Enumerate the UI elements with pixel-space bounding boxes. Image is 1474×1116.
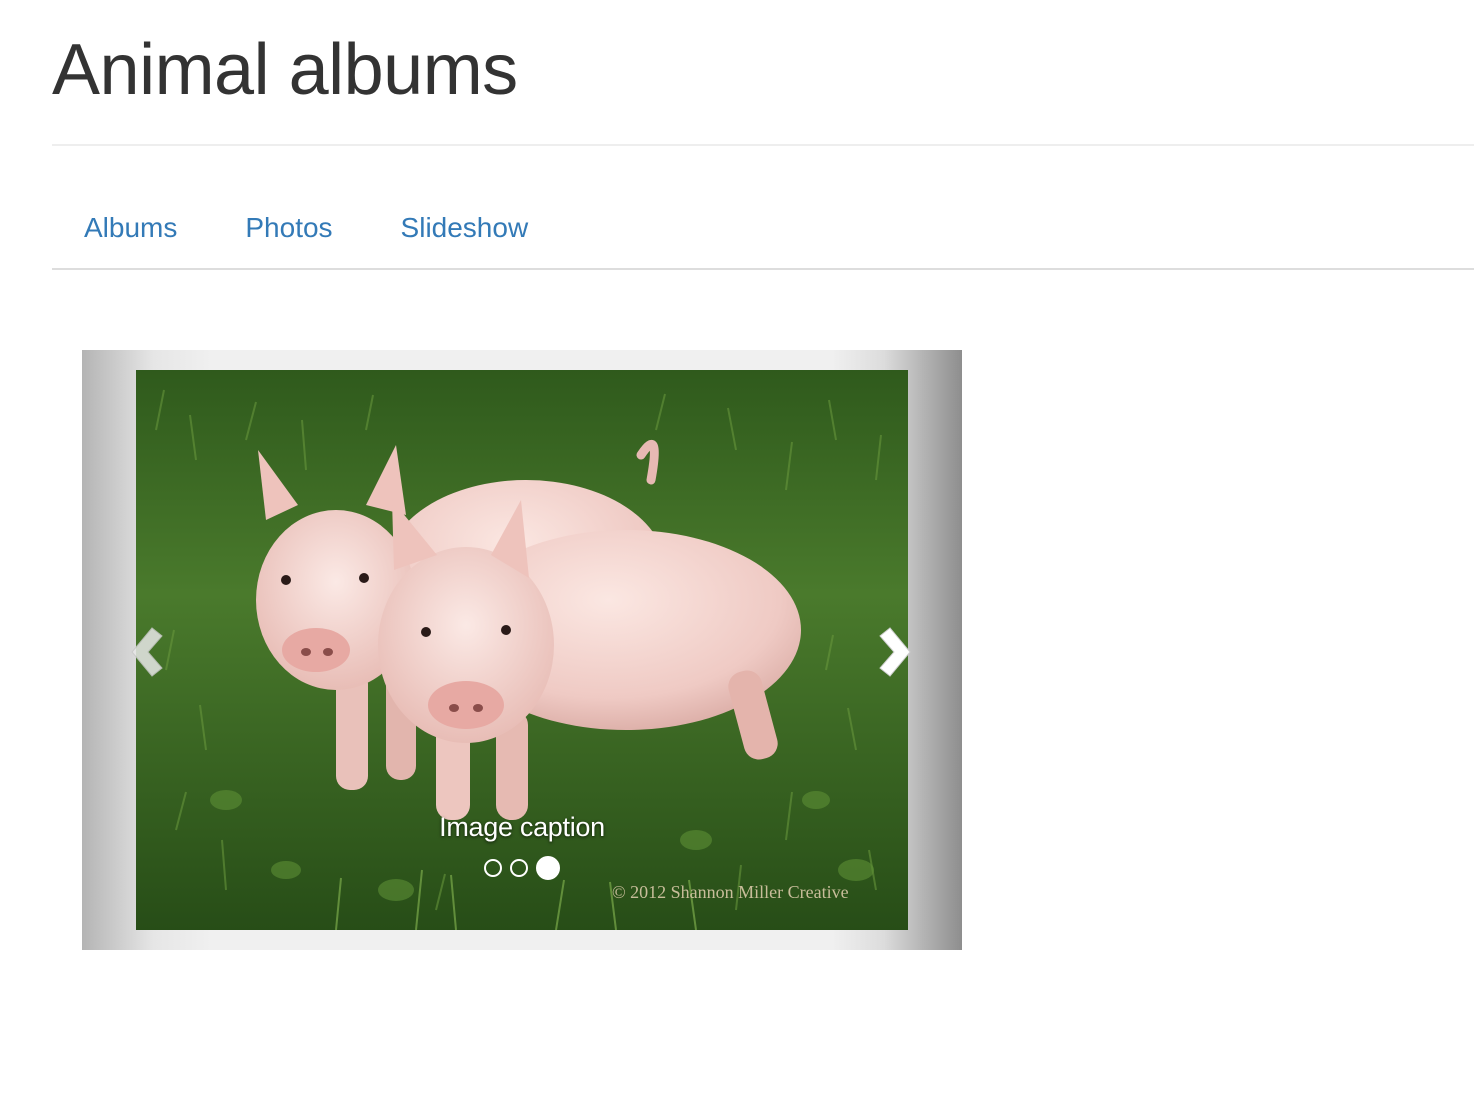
nav-tabs: Albums Photos Slideshow	[52, 190, 1474, 270]
tab-slideshow[interactable]: Slideshow	[369, 190, 561, 268]
carousel-next-button[interactable]	[866, 620, 926, 684]
carousel-indicator-1[interactable]	[484, 859, 502, 877]
chevron-left-icon	[131, 627, 163, 677]
page-header: Animal albums	[52, 0, 1474, 146]
carousel-indicators	[136, 856, 908, 880]
tab-albums[interactable]: Albums	[52, 190, 209, 268]
slide-image-pigs	[136, 370, 908, 930]
carousel-indicator-3[interactable]	[536, 856, 560, 880]
page: Animal albums Albums Photos Slideshow Im…	[0, 0, 1474, 1116]
chevron-right-icon	[879, 627, 911, 677]
tab-photos[interactable]: Photos	[213, 190, 364, 268]
slideshow-carousel: Image caption © 2012 Shannon Miller Crea…	[82, 350, 962, 950]
carousel-caption: Image caption	[439, 812, 605, 842]
carousel-indicator-2[interactable]	[510, 859, 528, 877]
carousel-prev-button[interactable]	[118, 620, 178, 684]
image-watermark: © 2012 Shannon Miller Creative	[612, 882, 849, 902]
page-title: Animal albums	[52, 30, 518, 110]
